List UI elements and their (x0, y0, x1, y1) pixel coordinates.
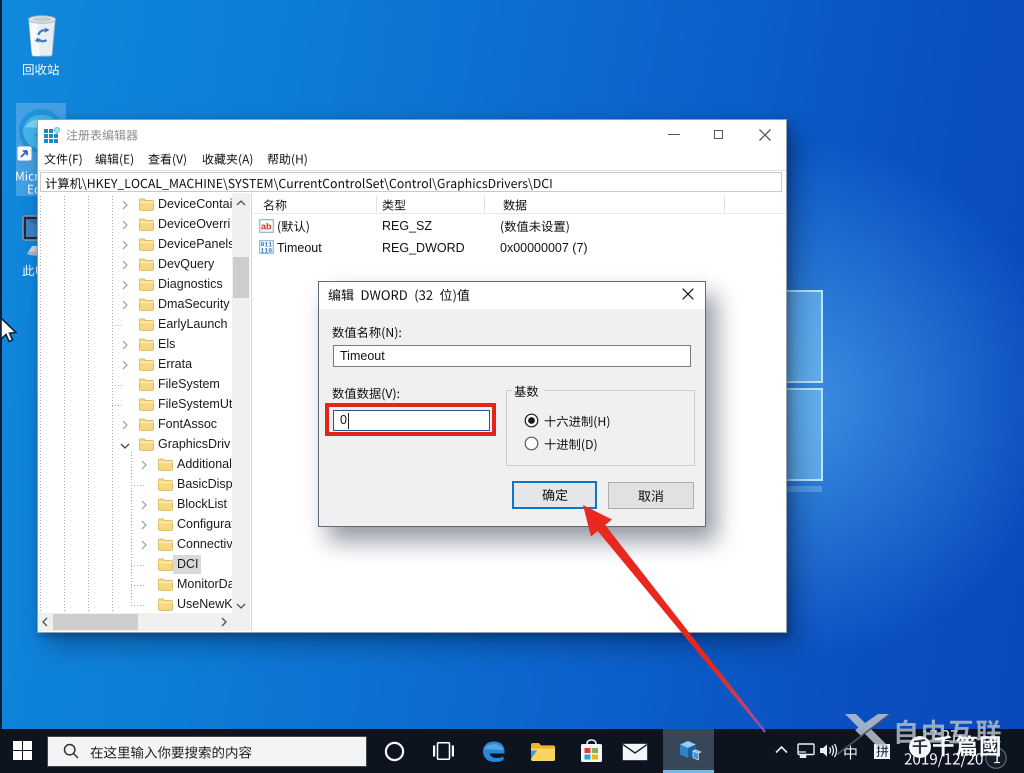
svg-text:110: 110 (261, 248, 273, 255)
svg-text:ab: ab (261, 222, 272, 232)
